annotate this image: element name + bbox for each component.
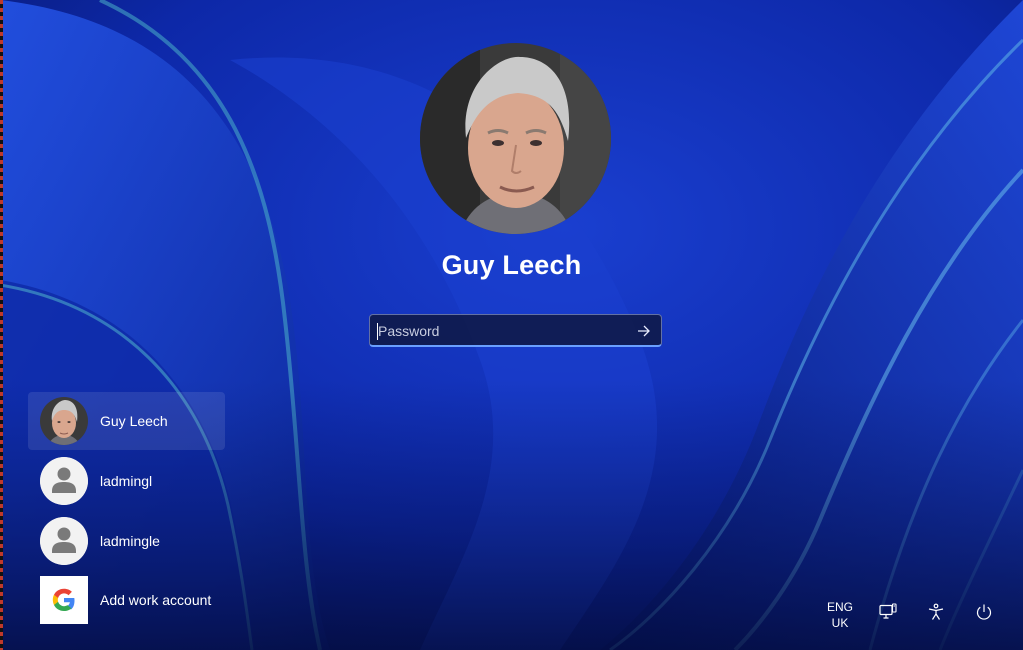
generic-user-icon [40,457,88,505]
accessibility-button[interactable] [924,600,948,624]
network-button[interactable] [876,600,900,624]
user-photo-icon [40,397,88,445]
language-code: ENG [826,600,853,614]
arrow-right-icon [638,325,650,337]
user-list-item-label: ladmingle [100,533,160,549]
google-icon [52,588,75,611]
window-edge [0,0,3,650]
accessibility-icon [928,603,944,620]
user-list-item-ladmingl[interactable]: ladmingl [28,452,225,510]
user-name: Guy Leech [441,250,582,280]
user-list-item-label: Guy Leech [100,413,168,429]
user-list-item-label: ladmingl [100,473,153,489]
network-icon [879,603,897,619]
power-icon [976,604,992,620]
lock-screen: Guy Leech Guy Leech ladmingl ladmingle A… [0,0,1023,650]
user-avatar [420,43,611,234]
avatar [40,457,88,505]
password-box[interactable] [369,314,662,347]
google-tile [40,576,88,624]
language-indicator[interactable]: ENG UK [822,599,858,631]
user-list-item-add-work-account[interactable]: Add work account [28,571,225,629]
password-input[interactable] [378,315,618,346]
user-list-item-guy-leech[interactable]: Guy Leech [28,392,225,450]
power-button[interactable] [972,600,996,624]
avatar [40,397,88,445]
user-list-item-label: Add work account [100,592,212,608]
language-region: UK [831,616,849,630]
avatar [40,517,88,565]
user-photo-icon [420,43,611,234]
user-list-item-ladmingle[interactable]: ladmingle [28,512,225,570]
submit-button[interactable] [633,320,655,342]
generic-user-icon [40,517,88,565]
